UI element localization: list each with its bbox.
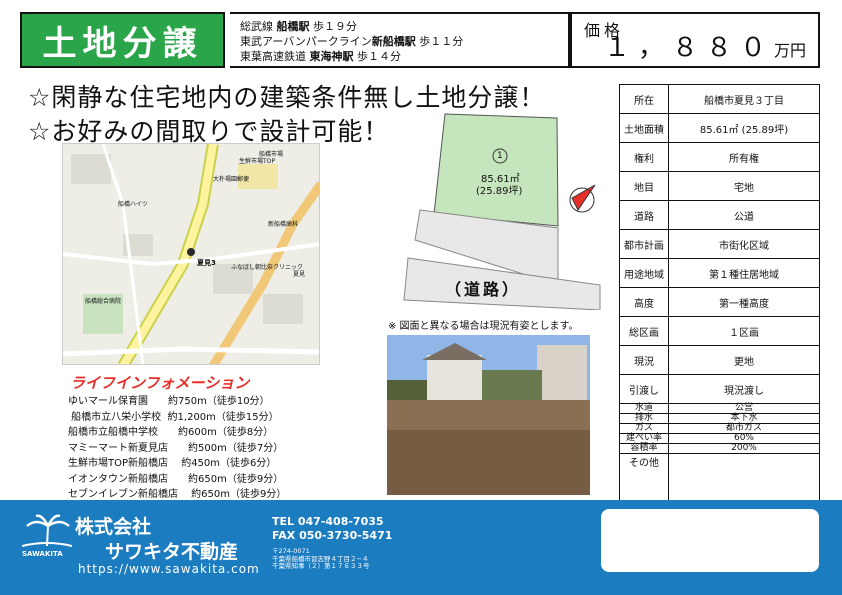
company-name: 株式会社	[75, 516, 152, 538]
map-label: 新船橋歯科	[268, 221, 299, 228]
table-row: 用途地域 第１種住居地域	[619, 258, 820, 288]
logo-text: SAWAKITA	[22, 550, 63, 558]
table-row: 現況 更地	[619, 345, 820, 375]
page-title: 土地分譲	[20, 12, 225, 68]
table-row: 排水 本下水	[619, 413, 820, 424]
table-row: 土地面積 85.61㎡ (25.89坪)	[619, 113, 820, 143]
headline-1: ☆閑静な住宅地内の建築条件無し土地分譲！	[28, 83, 546, 112]
price-unit: 万円	[773, 41, 806, 60]
lot-area-tsubo: (25.89坪)	[476, 186, 523, 197]
area-map[interactable]: 生鮮市場TOP 大朴場園郵便 新船橋歯科 夏見3 ふなばし朝比奈クリニック 船橋…	[62, 143, 320, 365]
phone-number[interactable]: TEL 047-408-7035	[272, 515, 384, 528]
table-row: 高度 第一種高度	[619, 287, 820, 317]
list-item: マミーマート新夏見店 約500m（徒歩7分）	[68, 442, 284, 454]
access-info: 総武線 船橋駅 歩１９分 東武アーバンパークライン新船橋駅 歩１１分 東葉高速鉄…	[230, 12, 570, 68]
table-row: ガス 都市ガス	[619, 423, 820, 434]
table-row: 容積率 200%	[619, 443, 820, 454]
company-address: 〒274-0071 千葉県船橋市習志野４丁目２−４ 千葉県知事（２）第１７６３３…	[272, 547, 370, 570]
list-item: ゆいマール保育園 約750m（徒歩10分）	[68, 396, 270, 407]
access-line: 東武アーバンパークライン新船橋駅 歩１１分	[240, 35, 464, 48]
list-item: 船橋市立八栄小学校 約1,200m（徒歩15分）	[68, 411, 279, 423]
agent-stamp-box	[601, 509, 819, 572]
fax-number: FAX 050-3730-5471	[272, 529, 393, 542]
access-line: 東葉高速鉄道 東海神駅 歩１４分	[240, 50, 401, 63]
property-table: 所在 船橋市夏見３丁目 土地面積 85.61㎡ (25.89坪) 権利 所有権 地目宅…	[619, 84, 820, 510]
table-row: 地目 宅地	[619, 171, 820, 201]
map-label: 船橋総合病院	[85, 298, 122, 305]
road-label: （道路）	[445, 280, 522, 299]
table-row: 道路 公道	[619, 200, 820, 230]
map-label: 大朴場園郵便	[213, 176, 250, 183]
map-label: 夏見3	[197, 259, 216, 267]
map-label: 船橋市場	[259, 151, 284, 158]
map-label: 船橋ハイツ	[118, 201, 148, 208]
site-photo	[387, 335, 590, 495]
table-row: 都市計画 市街化区域	[619, 229, 820, 259]
disclaimer-note: ※ 図面と異なる場合は現況有姿とします。	[388, 321, 579, 332]
table-row: 建ぺい率 60%	[619, 433, 820, 444]
lifeline-list: ゆいマール保育園 約750m（徒歩10分） 船橋市立八栄小学校 約1,200m（…	[68, 394, 286, 503]
access-line: 総武線 船橋駅 歩１９分	[240, 20, 357, 33]
map-graphic	[63, 144, 319, 364]
table-row: 水道 公営	[619, 403, 820, 414]
list-item: 生鮮市場TOP新船橋店 約450m（徒歩6分）	[68, 458, 277, 469]
table-row: 引渡し 現況渡し	[619, 374, 820, 404]
price-value: １，８８０万円	[603, 33, 806, 63]
palm-tree-logo-icon	[22, 514, 72, 547]
lifeline-title: ライフインフォメーション	[70, 374, 250, 392]
company-name-2: サワキタ不動産	[105, 541, 239, 563]
table-row: 総区画 １区画	[619, 316, 820, 346]
company-url[interactable]: https://www.sawakita.com	[78, 562, 260, 576]
map-label: 夏見	[293, 271, 306, 278]
table-row: 所在 船橋市夏見３丁目	[619, 84, 820, 114]
table-row: 権利 所有権	[619, 142, 820, 172]
price-box: 価格 １，８８０万円	[570, 12, 820, 68]
list-item: イオンタウン新船橋店 約650m（徒歩9分）	[68, 473, 284, 485]
lot-number: 1	[497, 151, 503, 161]
list-item: 船橋市立船橋中学校 約600m（徒歩8分）	[68, 427, 274, 438]
